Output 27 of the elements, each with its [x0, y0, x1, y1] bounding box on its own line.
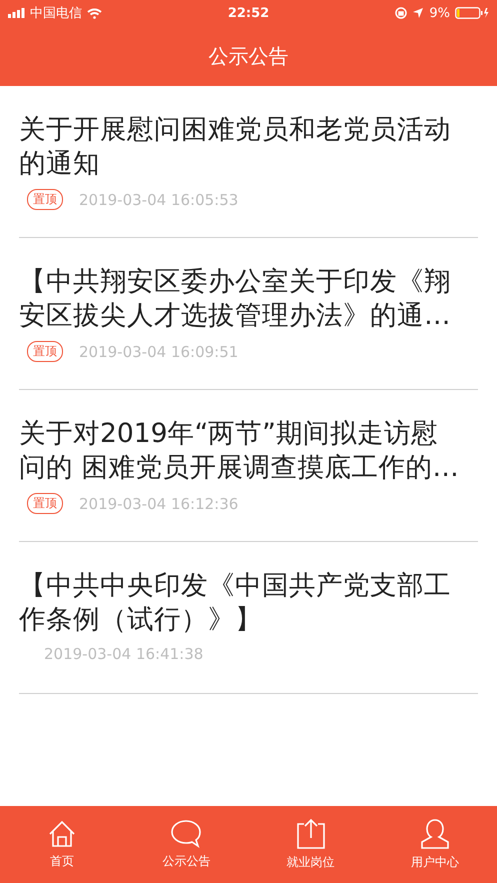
page-title: 公示公告: [208, 42, 288, 70]
pinned-badge: 置顶: [27, 189, 63, 210]
notice-date: 2019-03-04 16:12:36: [79, 494, 238, 512]
pinned-badge: 置顶: [27, 493, 63, 514]
battery-percent: 9%: [429, 6, 450, 20]
carrier-name: 中国电信: [30, 5, 82, 22]
notice-title[interactable]: 【中共翔安区委办公室关于印发《翔: [19, 266, 451, 297]
location-icon: [412, 7, 424, 19]
notice-date: 2019-03-04 16:05:53: [79, 190, 238, 208]
signal-icon: [8, 8, 25, 18]
notice-title[interactable]: 安区拔尖人才选拔管理办法》的通…: [19, 300, 450, 331]
battery-icon: [455, 7, 490, 19]
notice-title[interactable]: 关于开展慰问困难党员和老党员活动: [19, 114, 451, 145]
user-icon: [418, 818, 451, 850]
clock-time: 22:52: [228, 6, 270, 20]
wifi-icon: [87, 8, 102, 18]
chat-icon: [170, 819, 202, 849]
notice-title[interactable]: 的通知: [19, 148, 100, 179]
pinned-badge: 置顶: [27, 341, 63, 362]
notice-title[interactable]: 【中共中央印发《中国共产党支部工: [19, 570, 451, 601]
notice-title[interactable]: 问的 困难党员开展调查摸底工作的…: [19, 452, 459, 483]
rotation-lock-icon: [395, 7, 408, 19]
notice-date: 2019-03-04 16:09:51: [79, 342, 238, 360]
home-icon: [47, 819, 78, 849]
notice-date: 2019-03-04 16:41:38: [44, 645, 204, 663]
notice-title[interactable]: 作条例（试行）》】: [19, 604, 262, 635]
notice-title[interactable]: 关于对2019年“两节”期间拟走访慰: [19, 418, 438, 449]
